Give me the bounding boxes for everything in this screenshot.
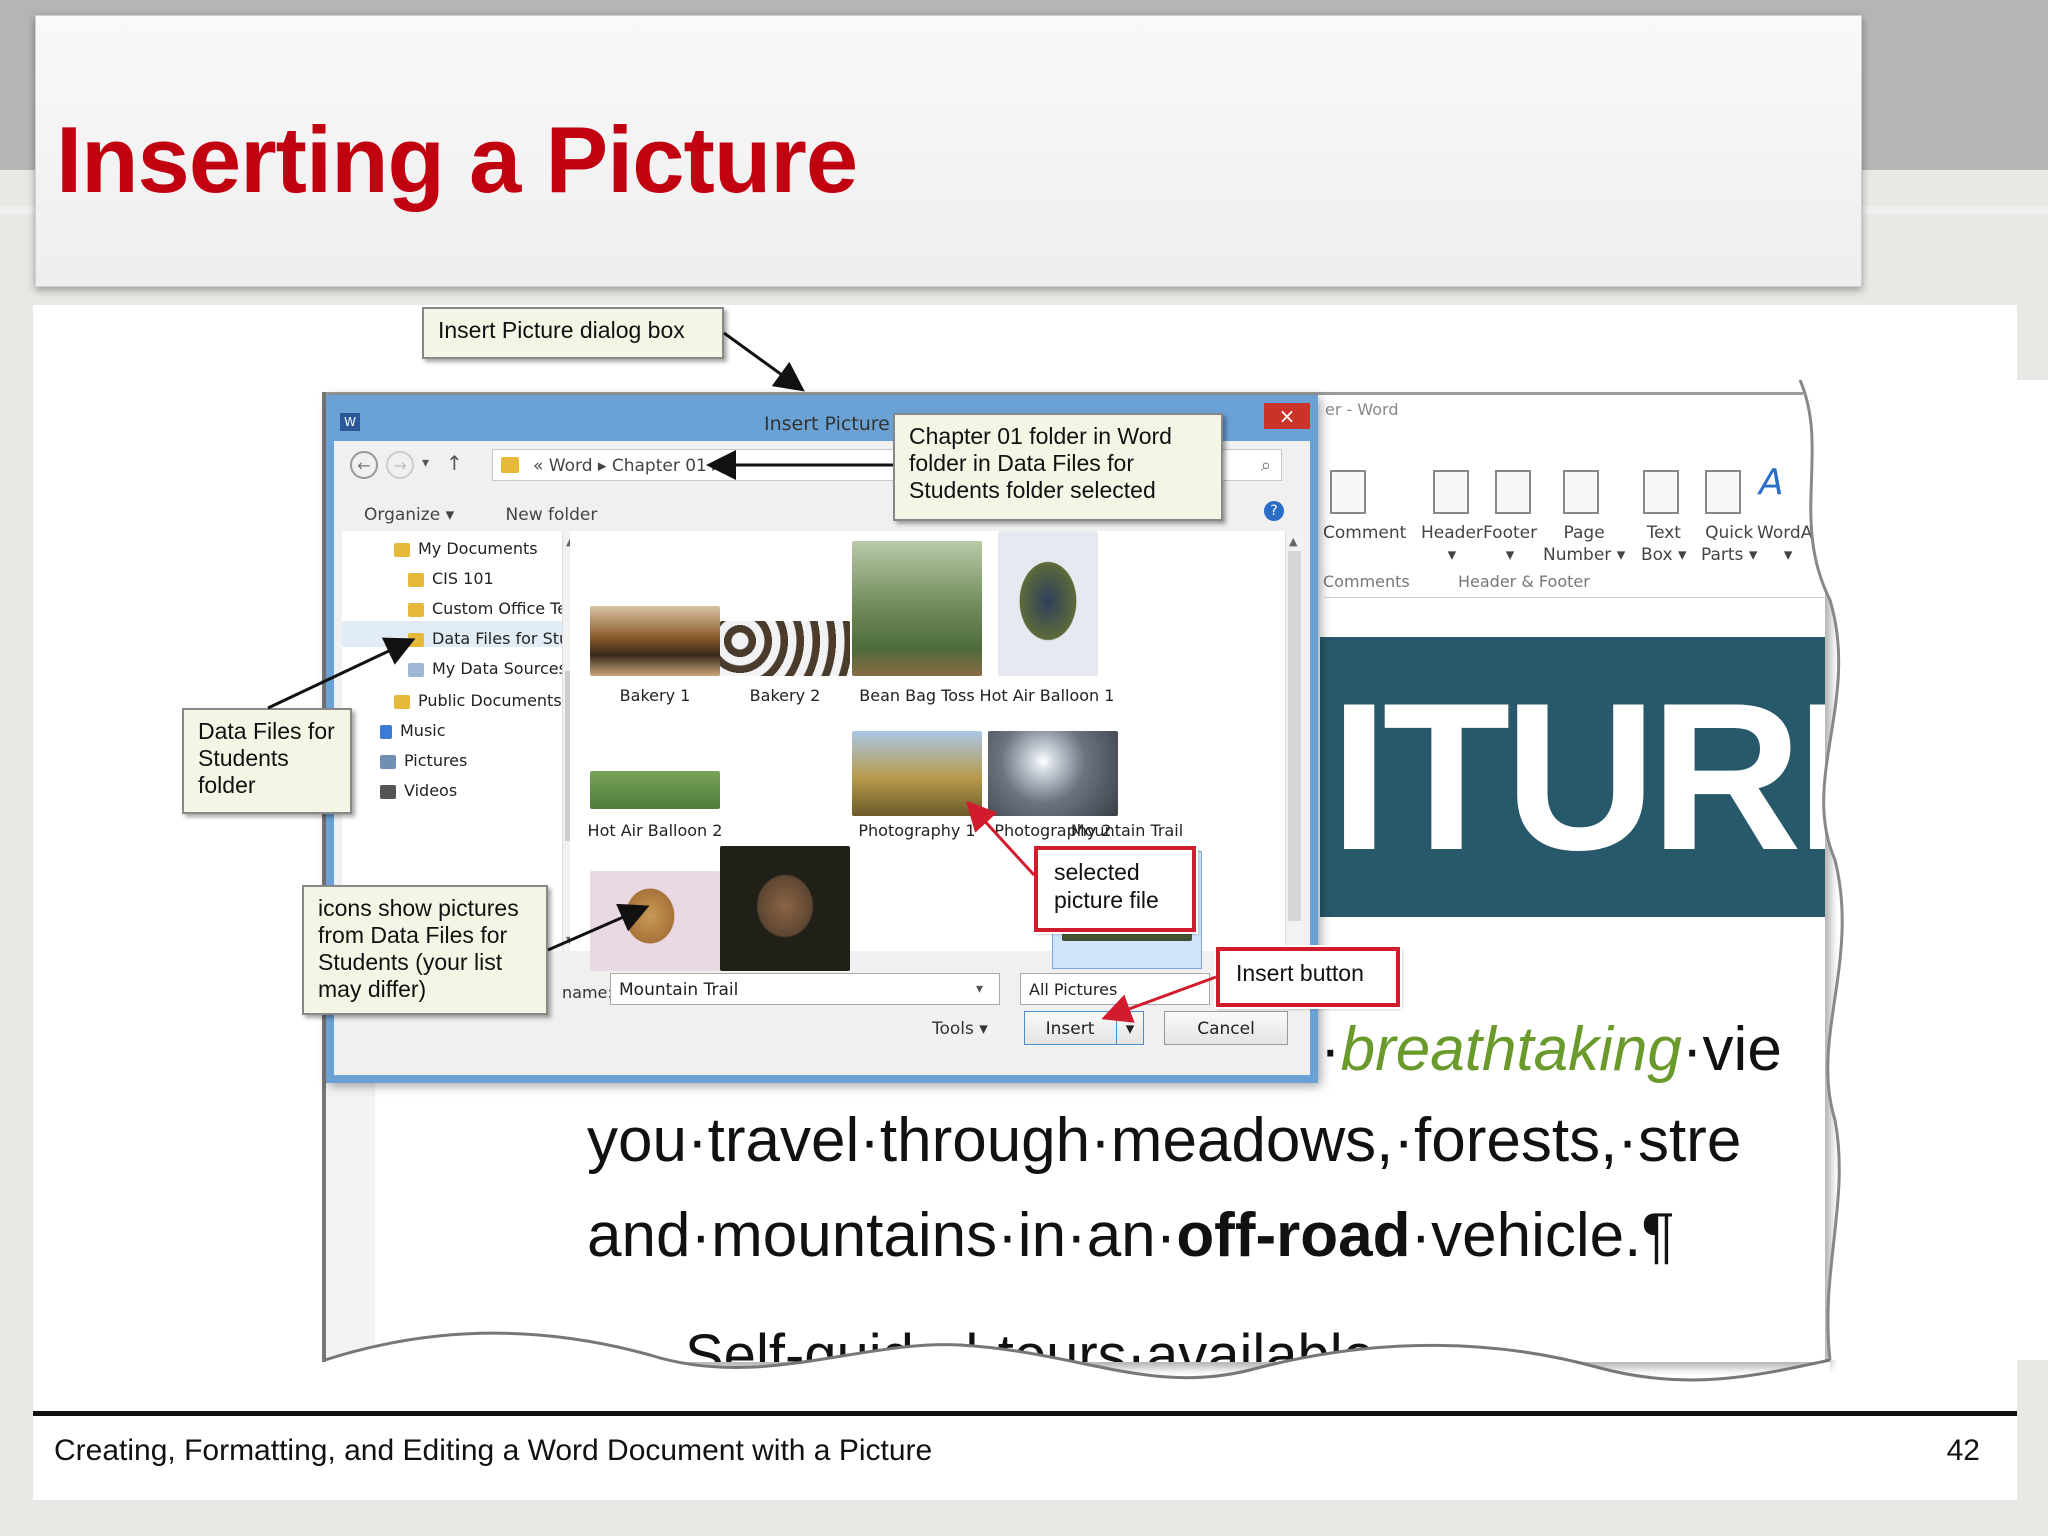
insert-button[interactable]: Insert ▾ [1024, 1011, 1144, 1045]
dialog-title: Insert Picture [764, 413, 890, 435]
header-icon [1433, 470, 1469, 514]
forward-icon[interactable]: → [386, 451, 414, 479]
footer-rule [33, 1411, 2017, 1416]
group-header-footer: Header & Footer [1458, 572, 1590, 591]
ribbon-comment[interactable]: Comment [1323, 522, 1406, 544]
thumbnail-bakery-1[interactable] [590, 606, 720, 676]
title-box: Inserting a Picture [35, 15, 1862, 287]
tree-item[interactable]: CIS 101 [408, 569, 494, 588]
footer-text: Creating, Formatting, and Editing a Word… [54, 1434, 933, 1467]
chevron-up-icon: ▲ [1289, 535, 1298, 548]
file-label: Hot Air Balloon 1 [979, 686, 1115, 705]
file-label: Bean Bag Toss [859, 686, 975, 705]
wordart-icon: A [1759, 462, 1784, 503]
close-button[interactable]: × [1264, 403, 1310, 429]
ribbon-header[interactable]: Header ▾ [1421, 522, 1483, 566]
folder-icon [501, 457, 519, 473]
folder-icon [408, 602, 424, 617]
file-label: Bakery 1 [619, 686, 691, 705]
tree-item[interactable]: Music [380, 721, 446, 740]
file-name-input[interactable]: Mountain Trail [610, 973, 1000, 1005]
file-type-filter[interactable]: All Pictures [1020, 973, 1210, 1005]
thumbnail-hot-air-balloon-1[interactable] [998, 531, 1098, 676]
folder-icon [408, 632, 424, 647]
files-scrollbar[interactable]: ▲ [1285, 531, 1304, 951]
ribbon-page-number[interactable]: Page Number ▾ [1543, 522, 1625, 566]
tree-item[interactable]: Videos [380, 781, 457, 800]
callout-chapter-folder: Chapter 01 folder in Word folder in Data… [893, 413, 1223, 521]
dialog-toolbar: Organize ▾ New folder [364, 505, 597, 525]
music-icon [380, 724, 392, 739]
doc-line-3: and·mountains·in·an·off-road·vehicle.¶ [587, 1201, 1675, 1270]
file-label: Bakery 2 [749, 686, 821, 705]
pictures-icon [380, 754, 396, 769]
text-box-icon [1643, 470, 1679, 514]
chevron-down-icon[interactable]: ▾ [976, 981, 983, 997]
breadcrumb: « Word ▸ Chapter 01 ▸ [533, 456, 721, 476]
insert-split-arrow[interactable]: ▾ [1116, 1012, 1143, 1044]
banner-text: ITURE [1330, 659, 1825, 894]
ribbon-text-box[interactable]: Text Box ▾ [1641, 522, 1687, 566]
ribbon-footer[interactable]: Footer ▾ [1483, 522, 1537, 566]
ribbon-quick-parts[interactable]: Quick Parts ▾ [1701, 522, 1757, 566]
footer-icon [1495, 470, 1531, 514]
tree-item[interactable]: My Data Sources [408, 659, 567, 678]
thumbnail-photography-1[interactable] [852, 731, 982, 816]
word-title: er - Word [1325, 400, 1399, 419]
callout-insert-picture-dialog: Insert Picture dialog box [422, 307, 724, 359]
organize-button[interactable]: Organize ▾ [364, 505, 454, 525]
scroll-thumb[interactable] [1288, 551, 1301, 921]
ribbon-separator [1325, 597, 1825, 598]
help-icon[interactable]: ? [1264, 501, 1284, 521]
back-icon[interactable]: ← [350, 451, 378, 479]
ribbon-wordart[interactable]: WordAr ▾ [1757, 522, 1819, 566]
folder-icon [408, 572, 424, 587]
page-number-icon [1563, 470, 1599, 514]
doc-line-1: ·breathtaking·vie [1320, 1015, 1782, 1084]
doc-line-4-partial: Self-guided·tours·available [685, 1323, 1375, 1362]
folder-icon [394, 542, 410, 557]
tree-item[interactable]: Public Documents [394, 691, 562, 710]
callout-data-files-folder: Data Files for Students folder [182, 708, 352, 814]
thumbnail-squirrel[interactable] [720, 846, 850, 971]
file-label: Hot Air Balloon 2 [587, 821, 723, 840]
callout-icons-show: icons show pictures from Data Files for … [302, 885, 548, 1015]
file-label-selected: Mountain Trail [1070, 821, 1184, 840]
cancel-button[interactable]: Cancel [1164, 1011, 1288, 1045]
file-label: Photography 1 [858, 821, 976, 840]
quick-parts-icon [1705, 470, 1741, 514]
file-name-label: name: [562, 983, 613, 1002]
up-icon[interactable]: ↑ [446, 451, 463, 475]
folder-icon [394, 694, 410, 709]
thumbnail-hot-air-balloon-2[interactable] [590, 771, 720, 809]
videos-icon [380, 784, 396, 799]
thumbnail-photography-2[interactable] [988, 731, 1118, 816]
thumbnail-bean-bag-toss[interactable] [852, 541, 982, 676]
search-icon[interactable]: ⌕ [1261, 450, 1271, 482]
group-comments: Comments [1323, 572, 1410, 591]
document-margin [325, 1082, 375, 1362]
word-app-icon: W [340, 413, 360, 431]
tools-dropdown[interactable]: Tools ▾ [932, 1019, 988, 1039]
slide-number: 42 [1946, 1434, 1980, 1467]
thumbnail-bakery-2[interactable] [720, 621, 850, 676]
comment-icon [1330, 470, 1366, 514]
new-folder-button[interactable]: New folder [506, 505, 598, 525]
tree-item[interactable]: My Documents [394, 539, 538, 558]
document-banner: ITURE [1320, 637, 1825, 917]
tree-item[interactable]: Pictures [380, 751, 467, 770]
recent-dropdown-icon[interactable]: ▾ [422, 455, 429, 471]
slide-title: Inserting a Picture [56, 107, 858, 212]
callout-insert-button: Insert button [1216, 947, 1400, 1007]
callout-selected-file: selected picture file [1034, 846, 1196, 932]
data-sources-icon [408, 662, 424, 677]
doc-line-2: you·travel·through·meadows,·forests,·str… [587, 1106, 1742, 1175]
thumbnail-dog[interactable] [590, 871, 720, 971]
